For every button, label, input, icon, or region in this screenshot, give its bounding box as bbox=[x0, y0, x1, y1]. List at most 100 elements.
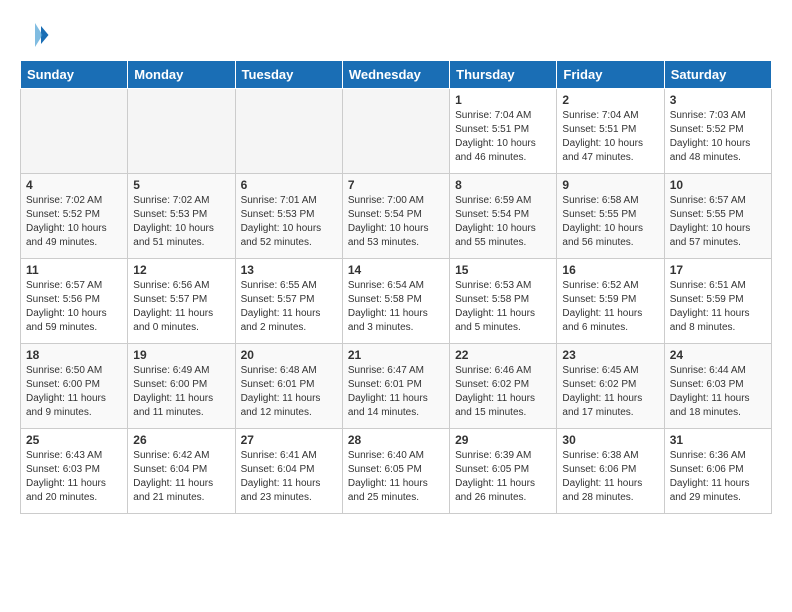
day-info: Sunrise: 6:54 AM Sunset: 5:58 PM Dayligh… bbox=[348, 279, 444, 335]
day-info: Sunrise: 7:04 AM Sunset: 5:51 PM Dayligh… bbox=[562, 109, 658, 165]
day-number: 3 bbox=[670, 93, 766, 107]
day-number: 4 bbox=[26, 178, 122, 192]
calendar-cell: 3 Sunrise: 7:03 AM Sunset: 5:52 PM Daylig… bbox=[664, 89, 771, 174]
day-info: Sunrise: 6:43 AM Sunset: 6:03 PM Dayligh… bbox=[26, 449, 122, 505]
day-info: Sunrise: 6:38 AM Sunset: 6:06 PM Dayligh… bbox=[562, 449, 658, 505]
weekday-header-wednesday: Wednesday bbox=[342, 61, 449, 89]
day-info: Sunrise: 6:53 AM Sunset: 5:58 PM Dayligh… bbox=[455, 279, 551, 335]
day-number: 5 bbox=[133, 178, 229, 192]
weekday-header-saturday: Saturday bbox=[664, 61, 771, 89]
calendar-cell: 9 Sunrise: 6:58 AM Sunset: 5:55 PM Daylig… bbox=[557, 174, 664, 259]
day-info: Sunrise: 6:42 AM Sunset: 6:04 PM Dayligh… bbox=[133, 449, 229, 505]
calendar-cell: 17Sunrise: 6:51 AM Sunset: 5:59 PM Dayli… bbox=[664, 259, 771, 344]
weekday-header-sunday: Sunday bbox=[21, 61, 128, 89]
day-info: Sunrise: 6:47 AM Sunset: 6:01 PM Dayligh… bbox=[348, 364, 444, 420]
day-info: Sunrise: 6:52 AM Sunset: 5:59 PM Dayligh… bbox=[562, 279, 658, 335]
day-number: 12 bbox=[133, 263, 229, 277]
day-info: Sunrise: 6:49 AM Sunset: 6:00 PM Dayligh… bbox=[133, 364, 229, 420]
calendar-week-3: 11 Sunrise: 6:57 AM Sunset: 5:56 PM Dayli… bbox=[21, 259, 772, 344]
calendar-cell: 2 Sunrise: 7:04 AM Sunset: 5:51 PM Daylig… bbox=[557, 89, 664, 174]
day-info: Sunrise: 6:39 AM Sunset: 6:05 PM Dayligh… bbox=[455, 449, 551, 505]
calendar-cell: 4 Sunrise: 7:02 AM Sunset: 5:52 PM Daylig… bbox=[21, 174, 128, 259]
day-info: Sunrise: 7:02 AM Sunset: 5:53 PM Dayligh… bbox=[133, 194, 229, 250]
calendar-cell: 1Sunrise: 7:04 AM Sunset: 5:51 PM Daylig… bbox=[450, 89, 557, 174]
day-number: 18 bbox=[26, 348, 122, 362]
weekday-header-tuesday: Tuesday bbox=[235, 61, 342, 89]
calendar-cell: 29 Sunrise: 6:39 AM Sunset: 6:05 PM Dayli… bbox=[450, 429, 557, 514]
day-number: 2 bbox=[562, 93, 658, 107]
calendar-week-2: 4 Sunrise: 7:02 AM Sunset: 5:52 PM Daylig… bbox=[21, 174, 772, 259]
day-number: 9 bbox=[562, 178, 658, 192]
day-number: 20 bbox=[241, 348, 337, 362]
day-number: 31 bbox=[670, 433, 766, 447]
day-info: Sunrise: 7:00 AM Sunset: 5:54 PM Dayligh… bbox=[348, 194, 444, 250]
calendar-cell: 20Sunrise: 6:48 AM Sunset: 6:01 PM Dayli… bbox=[235, 344, 342, 429]
calendar-cell: 30 Sunrise: 6:38 AM Sunset: 6:06 PM Dayli… bbox=[557, 429, 664, 514]
day-info: Sunrise: 7:02 AM Sunset: 5:52 PM Dayligh… bbox=[26, 194, 122, 250]
day-info: Sunrise: 6:59 AM Sunset: 5:54 PM Dayligh… bbox=[455, 194, 551, 250]
day-number: 19 bbox=[133, 348, 229, 362]
calendar-cell: 7 Sunrise: 7:00 AM Sunset: 5:54 PM Daylig… bbox=[342, 174, 449, 259]
day-info: Sunrise: 7:01 AM Sunset: 5:53 PM Dayligh… bbox=[241, 194, 337, 250]
calendar-cell: 25 Sunrise: 6:43 AM Sunset: 6:03 PM Dayli… bbox=[21, 429, 128, 514]
day-info: Sunrise: 6:55 AM Sunset: 5:57 PM Dayligh… bbox=[241, 279, 337, 335]
day-info: Sunrise: 6:57 AM Sunset: 5:56 PM Dayligh… bbox=[26, 279, 122, 335]
calendar-cell: 18Sunrise: 6:50 AM Sunset: 6:00 PM Dayli… bbox=[21, 344, 128, 429]
day-number: 30 bbox=[562, 433, 658, 447]
day-number: 17 bbox=[670, 263, 766, 277]
day-info: Sunrise: 7:03 AM Sunset: 5:52 PM Dayligh… bbox=[670, 109, 766, 165]
day-number: 26 bbox=[133, 433, 229, 447]
logo bbox=[20, 20, 54, 50]
day-info: Sunrise: 6:44 AM Sunset: 6:03 PM Dayligh… bbox=[670, 364, 766, 420]
calendar-week-4: 18Sunrise: 6:50 AM Sunset: 6:00 PM Dayli… bbox=[21, 344, 772, 429]
calendar-header-row: SundayMondayTuesdayWednesdayThursdayFrid… bbox=[21, 61, 772, 89]
day-info: Sunrise: 6:45 AM Sunset: 6:02 PM Dayligh… bbox=[562, 364, 658, 420]
calendar-cell: 15 Sunrise: 6:53 AM Sunset: 5:58 PM Dayli… bbox=[450, 259, 557, 344]
calendar-cell: 28Sunrise: 6:40 AM Sunset: 6:05 PM Dayli… bbox=[342, 429, 449, 514]
day-info: Sunrise: 6:57 AM Sunset: 5:55 PM Dayligh… bbox=[670, 194, 766, 250]
day-number: 11 bbox=[26, 263, 122, 277]
calendar-cell: 23 Sunrise: 6:45 AM Sunset: 6:02 PM Dayli… bbox=[557, 344, 664, 429]
day-number: 27 bbox=[241, 433, 337, 447]
day-info: Sunrise: 7:04 AM Sunset: 5:51 PM Dayligh… bbox=[455, 109, 551, 165]
day-info: Sunrise: 6:36 AM Sunset: 6:06 PM Dayligh… bbox=[670, 449, 766, 505]
day-number: 14 bbox=[348, 263, 444, 277]
calendar-week-1: 1Sunrise: 7:04 AM Sunset: 5:51 PM Daylig… bbox=[21, 89, 772, 174]
day-info: Sunrise: 6:40 AM Sunset: 6:05 PM Dayligh… bbox=[348, 449, 444, 505]
calendar-cell: 14 Sunrise: 6:54 AM Sunset: 5:58 PM Dayli… bbox=[342, 259, 449, 344]
calendar-cell: 11 Sunrise: 6:57 AM Sunset: 5:56 PM Dayli… bbox=[21, 259, 128, 344]
calendar-cell: 19 Sunrise: 6:49 AM Sunset: 6:00 PM Dayli… bbox=[128, 344, 235, 429]
day-number: 25 bbox=[26, 433, 122, 447]
calendar-cell: 27Sunrise: 6:41 AM Sunset: 6:04 PM Dayli… bbox=[235, 429, 342, 514]
weekday-header-monday: Monday bbox=[128, 61, 235, 89]
calendar-cell: 12 Sunrise: 6:56 AM Sunset: 5:57 PM Dayli… bbox=[128, 259, 235, 344]
calendar-cell: 16Sunrise: 6:52 AM Sunset: 5:59 PM Dayli… bbox=[557, 259, 664, 344]
day-info: Sunrise: 6:56 AM Sunset: 5:57 PM Dayligh… bbox=[133, 279, 229, 335]
day-number: 7 bbox=[348, 178, 444, 192]
calendar-week-5: 25 Sunrise: 6:43 AM Sunset: 6:03 PM Dayli… bbox=[21, 429, 772, 514]
day-info: Sunrise: 6:58 AM Sunset: 5:55 PM Dayligh… bbox=[562, 194, 658, 250]
day-number: 23 bbox=[562, 348, 658, 362]
day-number: 24 bbox=[670, 348, 766, 362]
calendar-cell bbox=[235, 89, 342, 174]
calendar-cell bbox=[21, 89, 128, 174]
day-number: 13 bbox=[241, 263, 337, 277]
day-number: 22 bbox=[455, 348, 551, 362]
day-number: 6 bbox=[241, 178, 337, 192]
day-number: 29 bbox=[455, 433, 551, 447]
logo-icon bbox=[20, 20, 50, 50]
weekday-header-friday: Friday bbox=[557, 61, 664, 89]
day-number: 15 bbox=[455, 263, 551, 277]
calendar-cell: 10 Sunrise: 6:57 AM Sunset: 5:55 PM Dayli… bbox=[664, 174, 771, 259]
calendar-cell: 5 Sunrise: 7:02 AM Sunset: 5:53 PM Daylig… bbox=[128, 174, 235, 259]
day-number: 10 bbox=[670, 178, 766, 192]
calendar-cell: 13 Sunrise: 6:55 AM Sunset: 5:57 PM Dayli… bbox=[235, 259, 342, 344]
calendar-cell: 26 Sunrise: 6:42 AM Sunset: 6:04 PM Dayli… bbox=[128, 429, 235, 514]
page-header bbox=[20, 20, 772, 50]
calendar-cell: 22 Sunrise: 6:46 AM Sunset: 6:02 PM Dayli… bbox=[450, 344, 557, 429]
day-info: Sunrise: 6:46 AM Sunset: 6:02 PM Dayligh… bbox=[455, 364, 551, 420]
calendar-cell: 6 Sunrise: 7:01 AM Sunset: 5:53 PM Daylig… bbox=[235, 174, 342, 259]
day-number: 21 bbox=[348, 348, 444, 362]
calendar-table: SundayMondayTuesdayWednesdayThursdayFrid… bbox=[20, 60, 772, 514]
calendar-cell: 31 Sunrise: 6:36 AM Sunset: 6:06 PM Dayli… bbox=[664, 429, 771, 514]
